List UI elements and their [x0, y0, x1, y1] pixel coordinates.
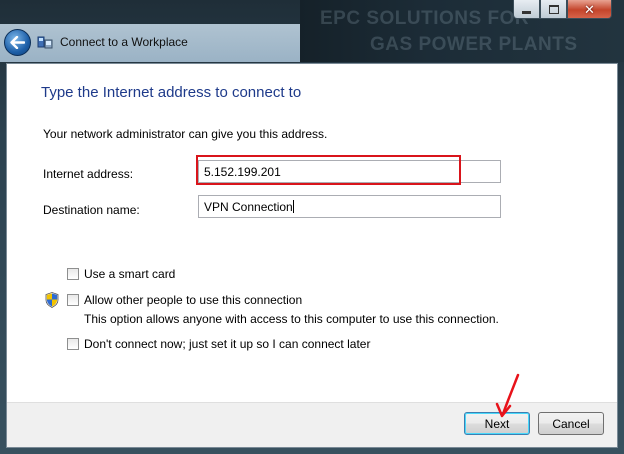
banner-line-1: EPC SOLUTIONS FOR	[320, 8, 530, 29]
caption-buttons: ✕	[513, 0, 612, 19]
text-cursor	[292, 200, 294, 213]
window-title: Connect to a Workplace	[60, 35, 188, 49]
page-heading: Type the Internet address to connect to	[41, 84, 302, 101]
back-arrow-icon	[10, 36, 25, 49]
smart-card-checkbox[interactable]	[67, 268, 79, 280]
minimize-icon	[522, 10, 531, 14]
destination-name-label: Destination name:	[43, 203, 140, 217]
close-button[interactable]: ✕	[567, 0, 612, 19]
minimize-button[interactable]	[513, 0, 540, 19]
close-icon: ✕	[584, 1, 595, 17]
allow-others-note: This option allows anyone with access to…	[84, 312, 499, 326]
uac-shield-icon	[45, 292, 59, 308]
wizard-content: Type the Internet address to connect to …	[6, 63, 618, 448]
destination-name-input[interactable]: VPN Connection	[198, 195, 501, 218]
banner-line-2: GAS POWER PLANTS	[370, 34, 578, 55]
page-description: Your network administrator can give you …	[43, 127, 328, 141]
network-connection-icon	[37, 36, 53, 49]
destination-name-value: VPN Connection	[204, 200, 293, 214]
cancel-button[interactable]: Cancel	[538, 412, 604, 435]
smart-card-label[interactable]: Use a smart card	[84, 267, 175, 281]
maximize-button[interactable]	[540, 0, 567, 19]
next-button[interactable]: Next	[464, 412, 530, 435]
maximize-icon	[548, 4, 559, 14]
dont-connect-checkbox[interactable]	[67, 338, 79, 350]
wizard-footer: Next Cancel	[7, 402, 617, 447]
dont-connect-label[interactable]: Don't connect now; just set it up so I c…	[84, 337, 370, 351]
allow-others-label[interactable]: Allow other people to use this connectio…	[84, 293, 302, 307]
back-button[interactable]	[4, 29, 31, 56]
internet-address-highlight	[196, 155, 461, 185]
allow-others-checkbox[interactable]	[67, 294, 79, 306]
internet-address-label: Internet address:	[43, 167, 134, 181]
